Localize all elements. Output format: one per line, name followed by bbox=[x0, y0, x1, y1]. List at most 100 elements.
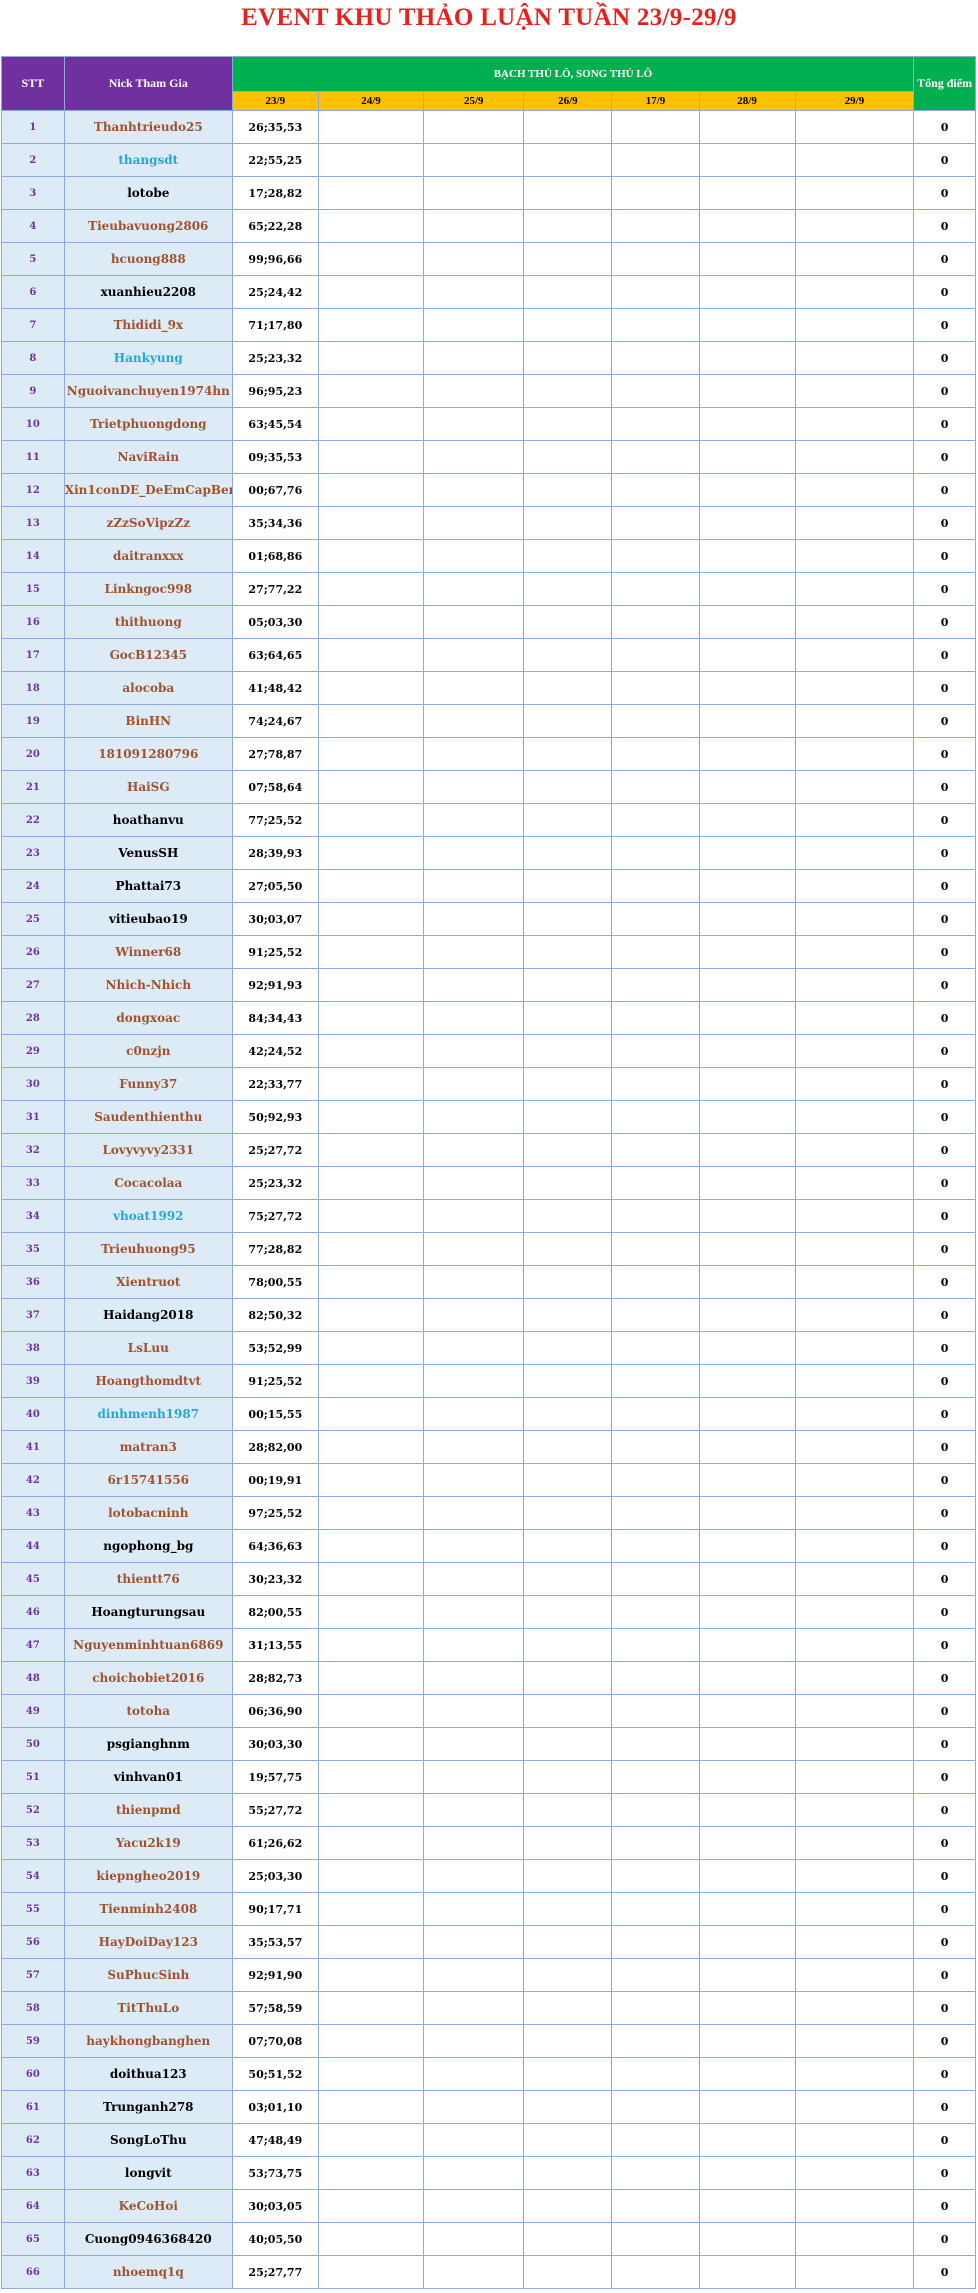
day-entry-empty bbox=[611, 704, 700, 738]
day-entry-empty bbox=[794, 1562, 915, 1596]
day-entry-empty bbox=[317, 638, 425, 672]
day-entry-empty bbox=[611, 143, 700, 177]
total-score: 0 bbox=[913, 1298, 976, 1332]
day-entry-empty bbox=[794, 1760, 915, 1794]
day-entry-empty bbox=[698, 143, 796, 177]
row-number: 42 bbox=[1, 1463, 65, 1497]
day-entry-empty bbox=[794, 1727, 915, 1761]
day-entry-empty bbox=[317, 539, 425, 573]
day-entry-empty bbox=[698, 1364, 796, 1398]
total-score: 0 bbox=[913, 803, 976, 837]
day-entry-empty bbox=[698, 1991, 796, 2025]
day-entry-empty bbox=[794, 1958, 915, 1992]
table-row: 49 totoha 06;36,90 0 bbox=[1, 1694, 976, 1728]
participant-nick: zZzSoVipzZz bbox=[63, 506, 233, 540]
row-number: 41 bbox=[1, 1430, 65, 1464]
total-score: 0 bbox=[913, 2189, 976, 2223]
day-entry-empty bbox=[523, 2123, 613, 2157]
row-number: 58 bbox=[1, 1991, 65, 2025]
day-entry-empty bbox=[698, 275, 796, 309]
day-entry-23-9: 09;35,53 bbox=[231, 440, 319, 474]
table-row: 47 Nguyenminhtuan6869 31;13,55 0 bbox=[1, 1628, 976, 1662]
table-row: 51 vinhvan01 19;57,75 0 bbox=[1, 1760, 976, 1794]
day-entry-empty bbox=[523, 935, 613, 969]
day-entry-empty bbox=[423, 902, 525, 936]
day-entry-empty bbox=[423, 1397, 525, 1431]
table-row: 18 alocoba 41;48,42 0 bbox=[1, 671, 976, 705]
table-row: 30 Funny37 22;33,77 0 bbox=[1, 1067, 976, 1101]
day-entry-empty bbox=[423, 1100, 525, 1134]
table-row: 23 VenusSH 28;39,93 0 bbox=[1, 836, 976, 870]
column-group-header: BẠCH THỦ LÔ, SONG THỦ LÔ bbox=[231, 56, 915, 92]
participant-nick: 6r15741556 bbox=[63, 1463, 233, 1497]
day-entry-empty bbox=[698, 605, 796, 639]
day-entry-empty bbox=[523, 1364, 613, 1398]
day-entry-empty bbox=[423, 1826, 525, 1860]
day-entry-empty bbox=[317, 1991, 425, 2025]
date-header: 24/9 bbox=[317, 91, 425, 111]
day-entry-23-9: 25;23,32 bbox=[231, 1166, 319, 1200]
day-entry-empty bbox=[794, 803, 915, 837]
day-entry-empty bbox=[794, 1265, 915, 1299]
day-entry-empty bbox=[794, 1067, 915, 1101]
participant-nick: Funny37 bbox=[63, 1067, 233, 1101]
day-entry-empty bbox=[523, 968, 613, 1002]
table-row: 29 c0nzjn 42;24,52 0 bbox=[1, 1034, 976, 1068]
day-entry-empty bbox=[423, 275, 525, 309]
total-score: 0 bbox=[913, 935, 976, 969]
day-entry-empty bbox=[423, 341, 525, 375]
total-score: 0 bbox=[913, 2024, 976, 2058]
day-entry-empty bbox=[423, 671, 525, 705]
participant-nick: Nhich-Nhich bbox=[63, 968, 233, 1002]
total-score: 0 bbox=[913, 1430, 976, 1464]
day-entry-empty bbox=[611, 2156, 700, 2190]
day-entry-empty bbox=[423, 308, 525, 342]
participant-nick: kiepngheo2019 bbox=[63, 1859, 233, 1893]
day-entry-empty bbox=[611, 1661, 700, 1695]
day-entry-empty bbox=[611, 1925, 700, 1959]
day-entry-empty bbox=[794, 308, 915, 342]
day-entry-empty bbox=[423, 176, 525, 210]
table-row: 55 Tienminh2408 90;17,71 0 bbox=[1, 1892, 976, 1926]
day-entry-23-9: 40;05,50 bbox=[231, 2222, 319, 2256]
row-number: 22 bbox=[1, 803, 65, 837]
day-entry-23-9: 25;27,77 bbox=[231, 2255, 319, 2289]
day-entry-empty bbox=[317, 1496, 425, 1530]
day-entry-23-9: 50;51,52 bbox=[231, 2057, 319, 2091]
day-entry-23-9: 90;17,71 bbox=[231, 1892, 319, 1926]
day-entry-empty bbox=[523, 638, 613, 672]
row-number: 57 bbox=[1, 1958, 65, 1992]
day-entry-empty bbox=[317, 1958, 425, 1992]
day-entry-23-9: 35;34,36 bbox=[231, 506, 319, 540]
row-number: 63 bbox=[1, 2156, 65, 2190]
day-entry-empty bbox=[611, 1265, 700, 1299]
day-entry-empty bbox=[423, 770, 525, 804]
table-row: 61 Trunganh278 03;01,10 0 bbox=[1, 2090, 976, 2124]
day-entry-empty bbox=[423, 2123, 525, 2157]
day-entry-empty bbox=[423, 1694, 525, 1728]
day-entry-23-9: 01;68,86 bbox=[231, 539, 319, 573]
participant-nick: Cuong0946368420 bbox=[63, 2222, 233, 2256]
row-number: 12 bbox=[1, 473, 65, 507]
day-entry-empty bbox=[423, 2090, 525, 2124]
participant-nick: thientt76 bbox=[63, 1562, 233, 1596]
day-entry-empty bbox=[317, 770, 425, 804]
table-row: 14 daitranxxx 01;68,86 0 bbox=[1, 539, 976, 573]
day-entry-empty bbox=[423, 506, 525, 540]
day-entry-empty bbox=[611, 1298, 700, 1332]
day-entry-empty bbox=[698, 176, 796, 210]
day-entry-empty bbox=[423, 473, 525, 507]
day-entry-23-9: 27;77,22 bbox=[231, 572, 319, 606]
total-score: 0 bbox=[913, 1727, 976, 1761]
day-entry-empty bbox=[611, 836, 700, 870]
day-entry-empty bbox=[317, 1463, 425, 1497]
date-header: 23/9 bbox=[231, 91, 319, 111]
date-header: 29/9 bbox=[794, 91, 915, 111]
row-number: 66 bbox=[1, 2255, 65, 2289]
day-entry-empty bbox=[523, 1034, 613, 1068]
total-score: 0 bbox=[913, 440, 976, 474]
table-row: 65 Cuong0946368420 40;05,50 0 bbox=[1, 2222, 976, 2256]
day-entry-empty bbox=[611, 110, 700, 144]
day-entry-empty bbox=[698, 1628, 796, 1662]
day-entry-empty bbox=[523, 1892, 613, 1926]
